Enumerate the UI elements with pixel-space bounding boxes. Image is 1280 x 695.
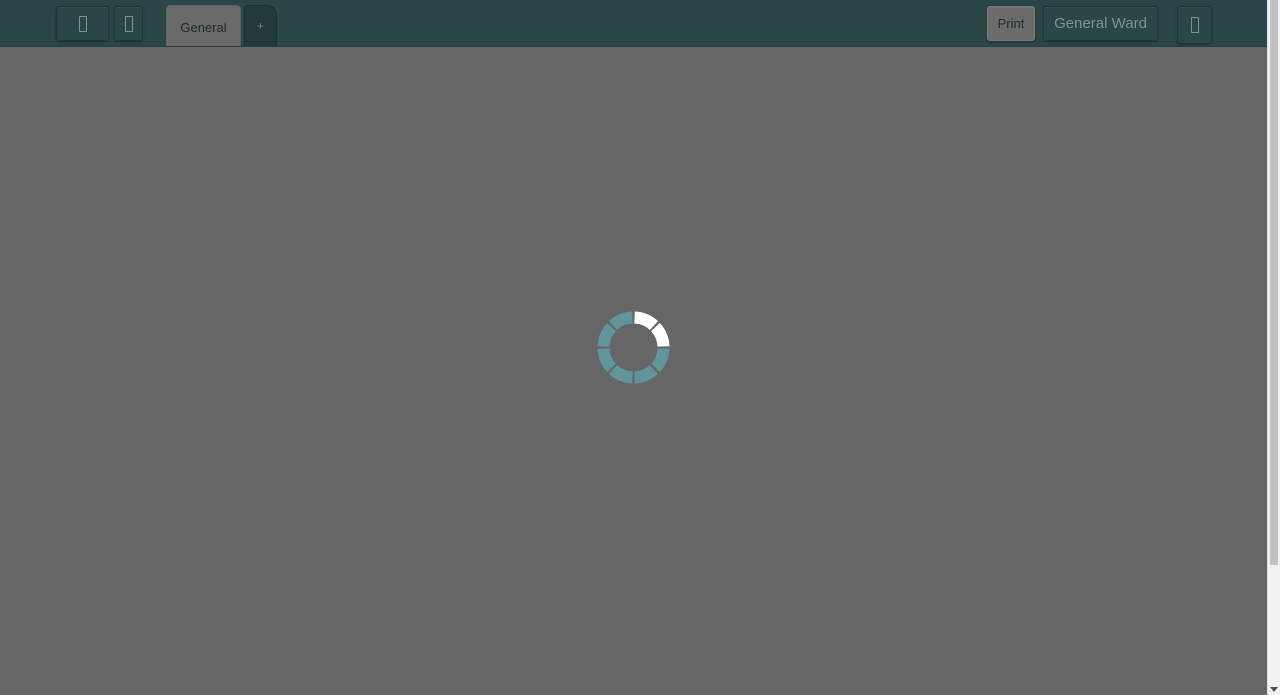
tab-general[interactable]: General (166, 5, 241, 46)
spinner-segment (608, 365, 633, 384)
page-button[interactable] (114, 6, 143, 41)
spinner-segment (597, 322, 616, 347)
tab-general-label: General (180, 19, 227, 35)
ward-selector-label: General Ward (1054, 15, 1147, 32)
user-icon (1190, 17, 1199, 33)
scroll-down-arrow-icon[interactable] (1270, 687, 1278, 692)
page-icon (124, 15, 133, 32)
menu-icon (78, 15, 87, 32)
app-page: General + Print General Ward (0, 0, 1280, 695)
print-button[interactable]: Print (987, 6, 1035, 41)
spinner-segment (651, 348, 670, 373)
menu-button[interactable] (56, 6, 109, 41)
spinner-segment (634, 311, 659, 330)
top-toolbar: General + Print General Ward (0, 0, 1267, 47)
add-tab-label: + (256, 19, 264, 33)
spinner-segment (634, 365, 659, 384)
loading-spinner-icon (597, 311, 670, 384)
vertical-scrollbar[interactable] (1267, 0, 1280, 695)
spinner-segment (651, 322, 670, 347)
ward-selector-button[interactable]: General Ward (1043, 6, 1158, 41)
spinner-segment (597, 348, 616, 373)
scrollbar-thumb[interactable] (1270, 0, 1278, 565)
spinner-segment (608, 311, 633, 330)
add-tab-button[interactable]: + (244, 5, 277, 46)
user-button[interactable] (1177, 6, 1212, 44)
print-button-label: Print (997, 16, 1025, 31)
